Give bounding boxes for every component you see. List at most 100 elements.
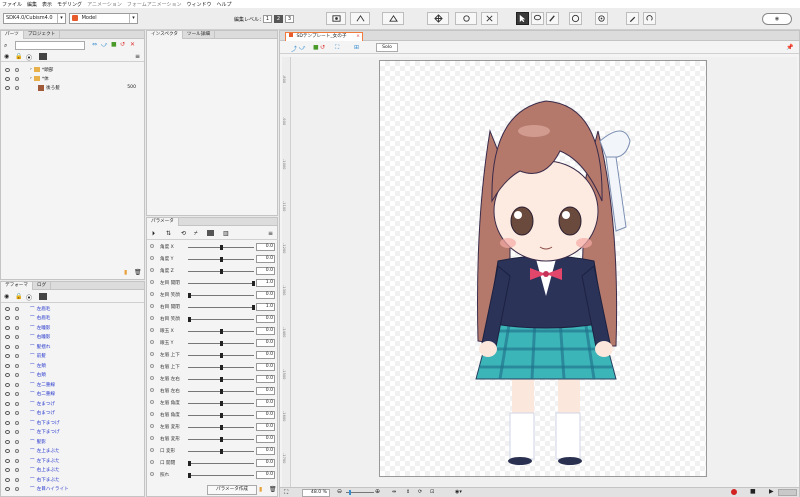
deformer-row[interactable]: ⌒ 左下まぶた <box>1 456 144 465</box>
parameter-value-input[interactable]: 0.0 <box>256 327 275 335</box>
visibility-eye-icon[interactable] <box>5 67 10 72</box>
lock-toggle-icon[interactable] <box>15 468 19 472</box>
lock-toggle-icon[interactable] <box>15 382 19 387</box>
parameter-slider-thumb[interactable] <box>220 329 223 334</box>
deformer-row[interactable]: ⌒ 左瞳影 <box>1 323 144 332</box>
parameter-value-input[interactable]: 0.0 <box>256 411 275 419</box>
parameter-row[interactable]: 角度 Z 0.0 <box>147 266 278 278</box>
parts-search-input[interactable] <box>15 41 85 50</box>
param-key-icon[interactable] <box>150 244 154 248</box>
deformer-row[interactable]: ⌒ 髪揺れ <box>1 342 144 351</box>
visibility-eye-icon[interactable] <box>5 392 10 396</box>
lock-toggle-icon[interactable] <box>15 316 19 320</box>
glue-tool-button[interactable] <box>326 12 346 25</box>
play-icon[interactable]: ⏵ <box>152 230 155 238</box>
parameter-value-input[interactable]: 0.0 <box>256 267 275 275</box>
lock-toggle-icon[interactable] <box>15 335 19 339</box>
parameter-row[interactable]: 角度 Y 0.0 <box>147 254 278 266</box>
parameter-value-input[interactable]: 0.0 <box>256 423 275 431</box>
parameter-row[interactable]: 角度 X 0.0 <box>147 242 278 254</box>
parameter-slider-thumb[interactable] <box>188 317 191 322</box>
parameter-slider-thumb[interactable] <box>220 401 223 406</box>
menu-form-animation[interactable]: フォームアニメーション <box>127 1 182 8</box>
visibility-eye-icon[interactable] <box>5 335 10 339</box>
reset-icon[interactable]: ⟲ <box>181 230 186 237</box>
record-icon[interactable]: ⦿ <box>26 53 32 62</box>
parameter-slider-thumb[interactable] <box>220 269 223 274</box>
param-key-icon[interactable] <box>150 424 154 428</box>
tab-parts[interactable]: パーツ <box>1 31 24 39</box>
param-key-icon[interactable] <box>150 412 154 416</box>
menu-file[interactable]: ファイル <box>2 1 22 8</box>
thumbnail-icon[interactable] <box>39 293 47 300</box>
parameter-value-input[interactable]: 0.0 <box>256 435 275 443</box>
part-row[interactable]: › *体 <box>1 74 144 83</box>
flip-horizontal-icon[interactable]: ⇹ <box>392 489 396 495</box>
expand-arrow-icon[interactable]: › <box>30 67 32 72</box>
parameter-row[interactable]: 眼玉 Y 0.0 <box>147 338 278 350</box>
visibility-eye-icon[interactable] <box>5 411 10 415</box>
param-key-icon[interactable] <box>150 316 154 320</box>
parameter-value-input[interactable]: 0.0 <box>256 243 275 251</box>
view-transform-button[interactable] <box>569 12 582 25</box>
lock-toggle-icon[interactable] <box>15 458 19 463</box>
deformer-row[interactable]: ⌒ 髪影 <box>1 437 144 446</box>
grid-icon[interactable]: ⊞ <box>354 44 359 51</box>
param-key-icon[interactable] <box>150 388 154 392</box>
document-canvas[interactable] <box>379 60 707 477</box>
record-button-icon[interactable] <box>731 489 737 495</box>
tab-log[interactable]: ログ <box>33 282 52 290</box>
parameter-slider-track[interactable] <box>188 319 254 320</box>
lock-toggle-icon[interactable] <box>15 477 19 482</box>
reset-view-icon[interactable]: ⊡ <box>430 489 434 495</box>
arrow-tool-button[interactable] <box>516 12 529 25</box>
param-key-icon[interactable] <box>150 292 154 296</box>
parameter-slider-thumb[interactable] <box>220 245 223 250</box>
parameter-slider-track[interactable] <box>188 463 254 464</box>
parameter-slider-thumb[interactable] <box>188 473 191 478</box>
deformer-row[interactable]: ⌒ 右眉毛 <box>1 314 144 323</box>
tab-project[interactable]: プロジェクト <box>24 31 61 39</box>
param-key-icon[interactable] <box>150 472 154 476</box>
lock-toggle-icon[interactable] <box>15 449 19 453</box>
parameter-row[interactable]: 口 変形 0.0 <box>147 446 278 458</box>
param-key-icon[interactable] <box>150 460 154 464</box>
visibility-eye-icon[interactable] <box>5 458 10 463</box>
edit-level-1-button[interactable]: 1 <box>263 15 272 23</box>
visibility-eye-icon[interactable] <box>5 316 10 320</box>
parameter-slider-thumb[interactable] <box>220 257 223 262</box>
parameter-value-input[interactable]: 0.0 <box>256 315 275 323</box>
param-key-icon[interactable] <box>150 268 154 272</box>
parameter-slider-thumb[interactable] <box>220 353 223 358</box>
trash-icon[interactable]: 🗑 <box>134 269 142 276</box>
cut-tool-button[interactable] <box>481 12 498 25</box>
deform-path-button[interactable] <box>350 12 370 25</box>
lock-toggle-icon[interactable] <box>15 430 19 434</box>
lock-toggle-icon[interactable] <box>15 354 19 358</box>
blend-icon[interactable]: ▥ <box>223 230 229 237</box>
close-tab-icon[interactable]: × <box>356 33 360 40</box>
menu-icon[interactable]: ≡ <box>135 53 140 60</box>
parameter-value-input[interactable]: 0.0 <box>256 363 275 371</box>
visibility-eye-icon[interactable] <box>5 430 10 434</box>
parameter-value-input[interactable]: 0.0 <box>256 351 275 359</box>
param-key-icon[interactable] <box>150 352 154 356</box>
parameter-row[interactable]: 眼玉 X 0.0 <box>147 326 278 338</box>
brush-select-button[interactable] <box>546 12 559 25</box>
visibility-eye-icon[interactable] <box>5 401 10 406</box>
deformer-row[interactable]: ⌒ 右二重線 <box>1 390 144 399</box>
part-row[interactable]: › *頭部 <box>1 65 144 74</box>
visibility-eye-icon[interactable] <box>5 477 10 482</box>
menu-animation[interactable]: アニメーション <box>87 1 122 8</box>
arrange-icon[interactable]: ⇅ <box>166 230 171 237</box>
mode-select[interactable]: Model ▾ <box>69 13 138 24</box>
auto-mesh-button[interactable] <box>382 12 404 25</box>
parameter-row[interactable]: 口 開閉 0.0 <box>147 458 278 470</box>
param-key-icon[interactable] <box>150 340 154 344</box>
playback-options-button[interactable] <box>778 489 797 496</box>
param-key-icon[interactable] <box>150 328 154 332</box>
new-item-icon[interactable]: ■ <box>313 44 319 51</box>
parameter-value-input[interactable]: 0.0 <box>256 447 275 455</box>
menu-view[interactable]: 表示 <box>42 1 52 8</box>
thumbnail-icon[interactable] <box>39 53 47 60</box>
